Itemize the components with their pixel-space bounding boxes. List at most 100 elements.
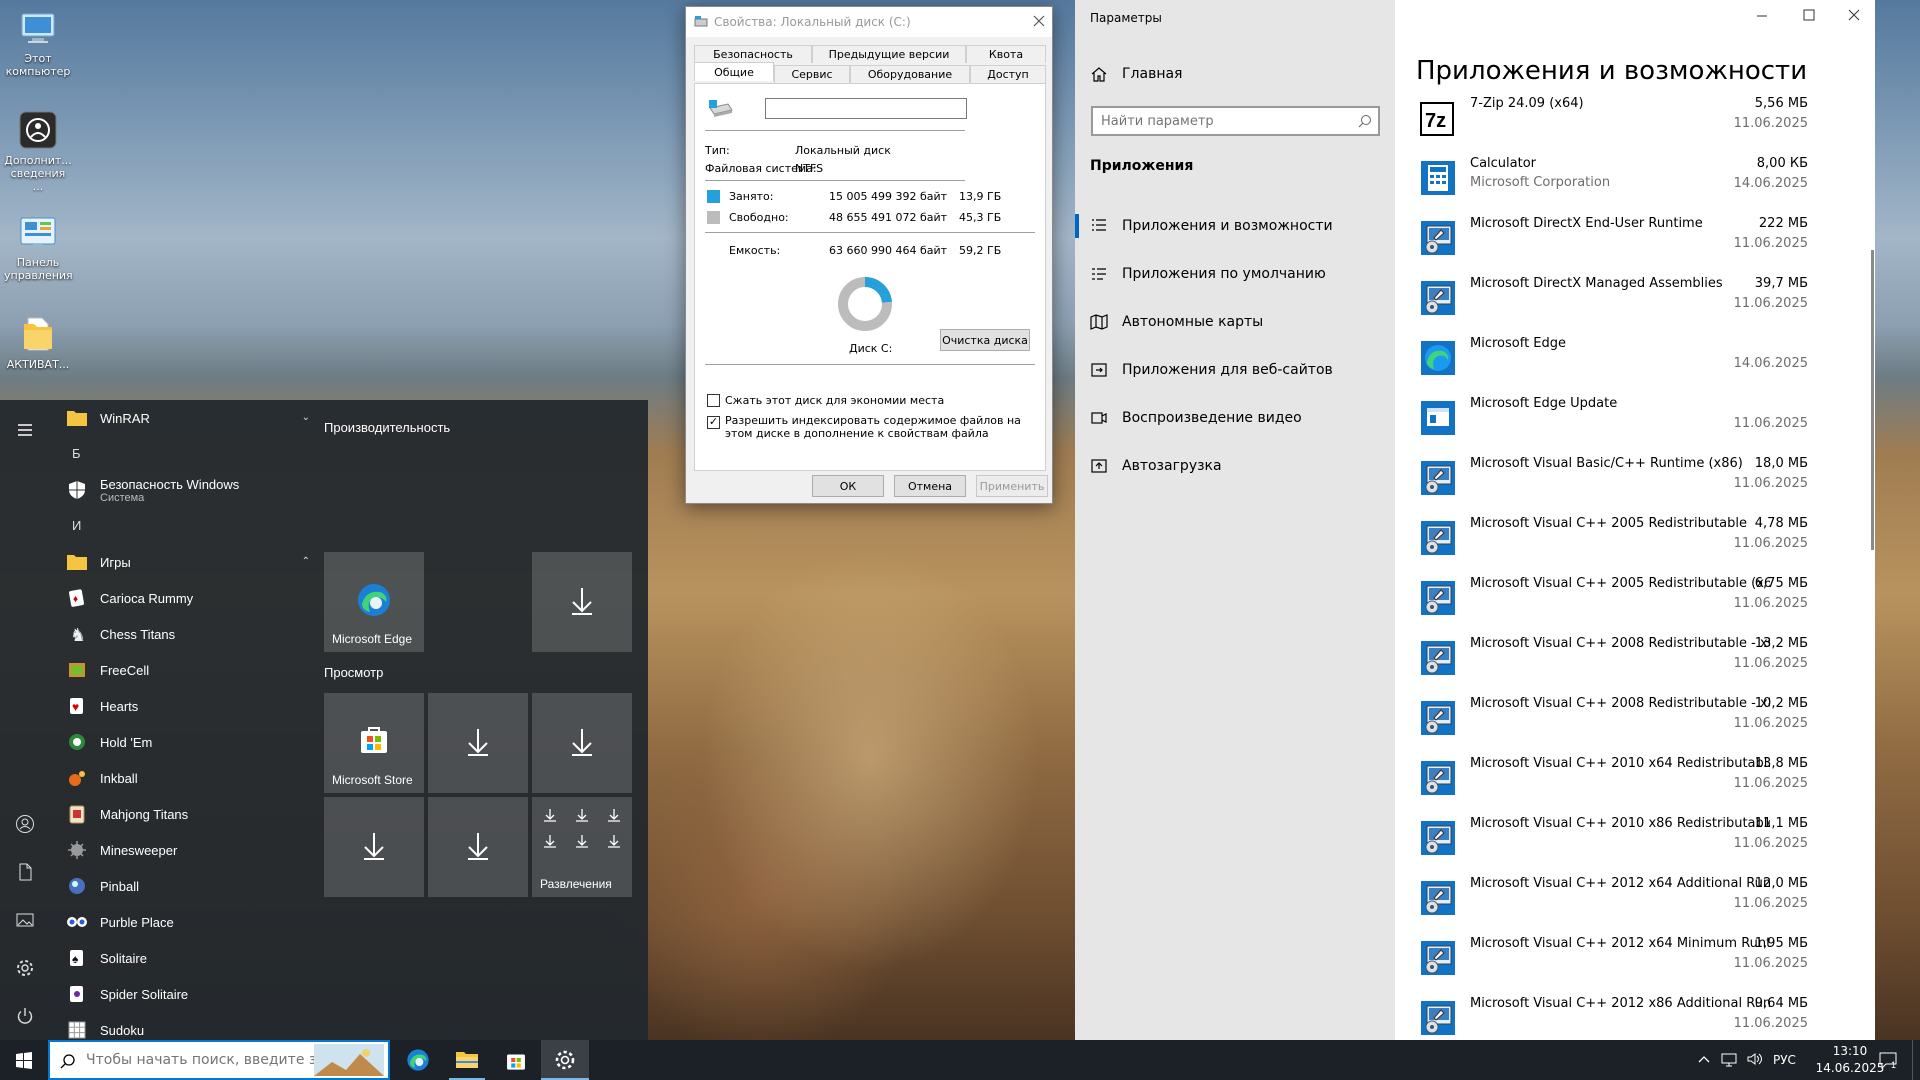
tile-entertainment-folder[interactable]: Развлечения: [532, 797, 632, 897]
tile-download-5[interactable]: [428, 797, 528, 897]
close-icon[interactable]: [1847, 8, 1861, 22]
tab-quota[interactable]: Квота: [966, 45, 1046, 63]
chevron-up-icon[interactable]: ⌃: [302, 556, 310, 567]
taskbar-search-input[interactable]: [86, 1050, 316, 1070]
compress-checkbox[interactable]: [707, 394, 720, 407]
tile-download-1[interactable]: [532, 552, 632, 652]
app-row[interactable]: Microsoft Visual C++ 2005 Redistributabl…: [1418, 574, 1848, 634]
chevron-down-icon[interactable]: ⌄: [302, 412, 310, 423]
capacity-gb: 59,2 ГБ: [959, 244, 1002, 257]
close-icon[interactable]: [1032, 14, 1046, 28]
list-item-spider-solitaire[interactable]: Spider Solitaire: [50, 976, 310, 1012]
ok-button[interactable]: ОК: [812, 475, 884, 497]
app-row[interactable]: Microsoft Edge Update 11.06.2025: [1418, 394, 1848, 454]
app-row[interactable]: Microsoft Visual C++ 2008 Redistributabl…: [1418, 694, 1848, 754]
nav-video-playback[interactable]: Воспроизведение видео: [1090, 398, 1302, 438]
app-row[interactable]: 7z 7-Zip 24.09 (x64) 5,56 МБ 11.06.2025: [1418, 94, 1848, 154]
app-row[interactable]: Calculator Microsoft Corporation 8,00 КБ 14…: [1418, 154, 1848, 214]
index-checkbox[interactable]: ✓: [707, 416, 720, 429]
app-row[interactable]: Microsoft Visual C++ 2008 Redistributabl…: [1418, 634, 1848, 694]
app-row[interactable]: Microsoft DirectX End-User Runtime 222 МБ…: [1418, 214, 1848, 274]
list-item-pinball[interactable]: Pinball: [50, 868, 310, 904]
app-row[interactable]: Microsoft Visual C++ 2005 Redistributabl…: [1418, 514, 1848, 574]
list-item-solitaire[interactable]: ♠ Solitaire: [50, 940, 310, 976]
disk-cleanup-button[interactable]: Очистка диска: [940, 329, 1030, 351]
power-icon[interactable]: [15, 1006, 35, 1026]
tile-group-header[interactable]: Производительность: [324, 420, 450, 435]
clock-time[interactable]: 13:10: [1820, 1044, 1880, 1058]
taskbar-store[interactable]: [492, 1040, 540, 1080]
app-row[interactable]: Microsoft Visual C++ 2012 x64 Minimum Ru…: [1418, 934, 1848, 994]
network-icon[interactable]: [1720, 1051, 1738, 1067]
start-button[interactable]: [0, 1040, 48, 1080]
tile-microsoft-store[interactable]: Microsoft Store: [324, 693, 424, 793]
list-item-hearts[interactable]: ♥ Hearts: [50, 688, 310, 724]
list-item-folder-winrar[interactable]: WinRAR ⌄: [50, 400, 310, 436]
tab-tools[interactable]: Сервис: [774, 65, 850, 83]
desktop-icon-info[interactable]: Дополнит... сведения ...: [4, 110, 72, 193]
list-item-purble-place[interactable]: Purble Place: [50, 904, 310, 940]
minimize-icon[interactable]: [1755, 8, 1769, 22]
volume-icon[interactable]: [1746, 1051, 1764, 1067]
tab-general[interactable]: Общие: [694, 62, 774, 81]
list-item-inkball[interactable]: Inkball: [50, 760, 310, 796]
search-icon[interactable]: [1358, 114, 1372, 128]
desktop-icon-control-panel[interactable]: Панель управления: [4, 212, 73, 282]
tab-security[interactable]: Безопасность: [694, 45, 812, 63]
app-row[interactable]: Microsoft Edge 14.06.2025: [1418, 334, 1848, 394]
app-row[interactable]: Microsoft Visual C++ 2012 x64 Additional…: [1418, 874, 1848, 934]
tile-microsoft-edge[interactable]: Microsoft Edge: [324, 552, 424, 652]
taskbar-edge[interactable]: [394, 1040, 442, 1080]
tile-download-2[interactable]: [428, 693, 528, 793]
desktop-icon-activation-folder[interactable]: АКТИВАТ...: [4, 314, 72, 371]
nav-default-apps[interactable]: Приложения по умолчанию: [1090, 254, 1326, 294]
cancel-button[interactable]: Отмена: [894, 475, 966, 497]
apply-button[interactable]: Применить: [976, 475, 1048, 497]
language-indicator[interactable]: РУС: [1773, 1053, 1796, 1067]
list-item-chess-titans[interactable]: ♞ Chess Titans: [50, 616, 310, 652]
show-desktop-button[interactable]: [1912, 1040, 1920, 1080]
app-row[interactable]: Microsoft Visual Basic/C++ Runtime (x86)…: [1418, 454, 1848, 514]
drive-name-input[interactable]: [765, 98, 967, 119]
nav-active-indicator: [1075, 214, 1079, 238]
app-row[interactable]: Microsoft DirectX Managed Assemblies 39,7…: [1418, 274, 1848, 334]
letter-header[interactable]: И: [50, 508, 310, 544]
list-item-minesweeper[interactable]: Minesweeper: [50, 832, 310, 868]
tab-hardware[interactable]: Оборудование: [850, 65, 970, 83]
scrollbar[interactable]: [1871, 250, 1874, 550]
list-item-windows-security[interactable]: Безопасность Windows Система: [50, 472, 310, 508]
letter-header[interactable]: Б: [50, 436, 310, 472]
taskbar-settings[interactable]: [541, 1040, 589, 1080]
tab-sharing[interactable]: Доступ: [970, 65, 1046, 83]
start-menu: WinRAR ⌄ Б Безопасность Windows Система И…: [0, 400, 648, 1040]
taskbar-search-box[interactable]: [48, 1040, 390, 1080]
settings-search-box[interactable]: [1091, 106, 1380, 136]
tile-download-3[interactable]: [532, 693, 632, 793]
app-row[interactable]: Microsoft Visual C++ 2010 x64 Redistribu…: [1418, 754, 1848, 814]
tile-group-header[interactable]: Просмотр: [324, 665, 383, 680]
chevron-up-icon[interactable]: [1697, 1052, 1711, 1066]
tile-download-4[interactable]: [324, 797, 424, 897]
app-row[interactable]: Microsoft Visual C++ 2010 x86 Redistribu…: [1418, 814, 1848, 874]
notification-badge: 1: [1891, 1060, 1897, 1070]
nav-offline-maps[interactable]: Автономные карты: [1090, 302, 1263, 342]
list-item-freecell[interactable]: FreeCell: [50, 652, 310, 688]
nav-home[interactable]: Главная: [1090, 54, 1182, 94]
taskbar-file-explorer[interactable]: [443, 1040, 491, 1080]
user-icon[interactable]: [15, 814, 35, 834]
nav-apps-features[interactable]: Приложения и возможности: [1090, 206, 1333, 246]
nav-startup[interactable]: Автозагрузка: [1090, 446, 1222, 486]
settings-search-input[interactable]: [1093, 108, 1333, 134]
list-item-mahjong-titans[interactable]: Mahjong Titans: [50, 796, 310, 832]
settings-gear-icon[interactable]: [15, 958, 35, 978]
tab-previous-versions[interactable]: Предыдущие версии: [812, 45, 966, 63]
nav-apps-for-websites[interactable]: Приложения для веб-сайтов: [1090, 350, 1333, 390]
documents-icon[interactable]: [15, 862, 35, 882]
list-item-hold-em[interactable]: Hold 'Em: [50, 724, 310, 760]
desktop-icon-this-pc[interactable]: Этот компьютер: [4, 8, 72, 78]
list-item-folder-games[interactable]: Игры ⌃: [50, 544, 310, 580]
pictures-icon[interactable]: [15, 910, 35, 930]
list-item-carioca-rummy[interactable]: ♦ Carioca Rummy: [50, 580, 310, 616]
hamburger-icon[interactable]: [15, 420, 35, 440]
maximize-icon[interactable]: [1802, 8, 1816, 22]
